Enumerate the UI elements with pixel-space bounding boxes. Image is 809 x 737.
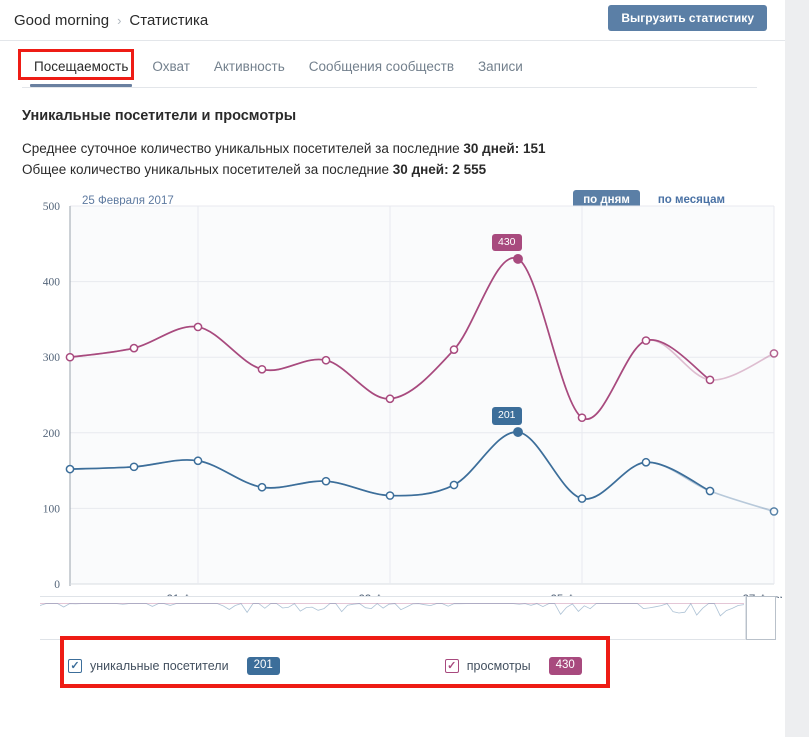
svg-text:0: 0 [54,579,60,591]
legend-item-views[interactable]: ✓ просмотры 430 [444,656,582,676]
chart-range-selector[interactable] [22,596,782,642]
svg-text:200: 200 [43,428,61,440]
total-visitors-text: Общее количество уникальных посетителей … [22,162,393,177]
tab-activity[interactable]: Активность [202,59,297,87]
tooltip-badge-visitors: 201 [492,407,522,425]
avg-visitors-value: 151 [522,141,546,156]
legend-label-visitors: уникальные посетители [90,659,229,673]
section-title: Уникальные посетители и просмотры [22,108,297,124]
tooltip-badge-views: 430 [492,233,522,252]
tab-divider [22,87,757,88]
legend-value-views: 430 [548,656,582,676]
breadcrumb-current: Статистика [129,11,209,29]
breadcrumb: Good morning › Статистика [14,12,208,29]
legend-value-visitors: 201 [246,656,280,676]
total-visitors-line: Общее количество уникальных посетителей … [22,159,787,180]
tab-reach[interactable]: Охват [140,59,202,87]
minimap-right-handle[interactable] [746,596,776,640]
line-chart-svg: 010020030040050021 Февраля23 Февраля25 Ф… [43,201,782,598]
chart-legend-wrap: ✓ уникальные посетители 201 ✓ просмотры … [22,636,787,688]
total-visitors-value: 2 555 [452,162,487,177]
svg-text:100: 100 [43,503,61,515]
statistics-page: Good morning › Статистика Выгрузить стат… [0,0,809,737]
legend-item-visitors[interactable]: ✓ уникальные посетители 201 [68,656,280,676]
checkbox-visitors-icon[interactable]: ✓ [68,659,82,673]
svg-text:500: 500 [43,201,61,213]
tab-community-messages[interactable]: Сообщения сообществ [297,59,466,87]
tab-list: Посещаемость Охват Активность Сообщения … [0,41,809,87]
content-area: Уникальные посетители и просмотры Средне… [0,88,809,688]
legend-label-views: просмотры [466,659,531,673]
chart-legend: ✓ уникальные посетители 201 ✓ просмотры … [22,644,787,688]
checkbox-views-icon[interactable]: ✓ [444,659,459,673]
svg-text:300: 300 [43,352,61,364]
chart-block: 25 Февраля 2017 по дням по месяцам 0 100 2… [22,190,787,688]
export-statistics-button[interactable]: Выгрузить статистику [608,5,767,31]
svg-text:400: 400 [43,277,61,289]
total-visitors-period: 30 дней: [392,162,449,177]
avg-visitors-line: Среднее суточное количество уникальных п… [22,138,787,159]
tab-attendance[interactable]: Посещаемость [22,59,140,87]
breadcrumb-separator-icon: › [117,12,122,28]
avg-visitors-period: 30 дней: [463,141,520,156]
breadcrumb-parent-link[interactable]: Good morning [14,12,109,29]
minimap-track[interactable] [39,596,746,640]
chart-plot-area[interactable]: 010020030040050021 Февраля23 Февраля25 Ф… [22,198,782,598]
tab-bar: Посещаемость Охват Активность Сообщения … [0,41,809,88]
minimap-sparkline [39,602,745,617]
page-right-gutter [785,0,809,737]
avg-visitors-text: Среднее суточное количество уникальных п… [22,141,464,156]
tab-posts[interactable]: Записи [466,59,535,87]
page-header: Good morning › Статистика Выгрузить стат… [0,0,809,41]
